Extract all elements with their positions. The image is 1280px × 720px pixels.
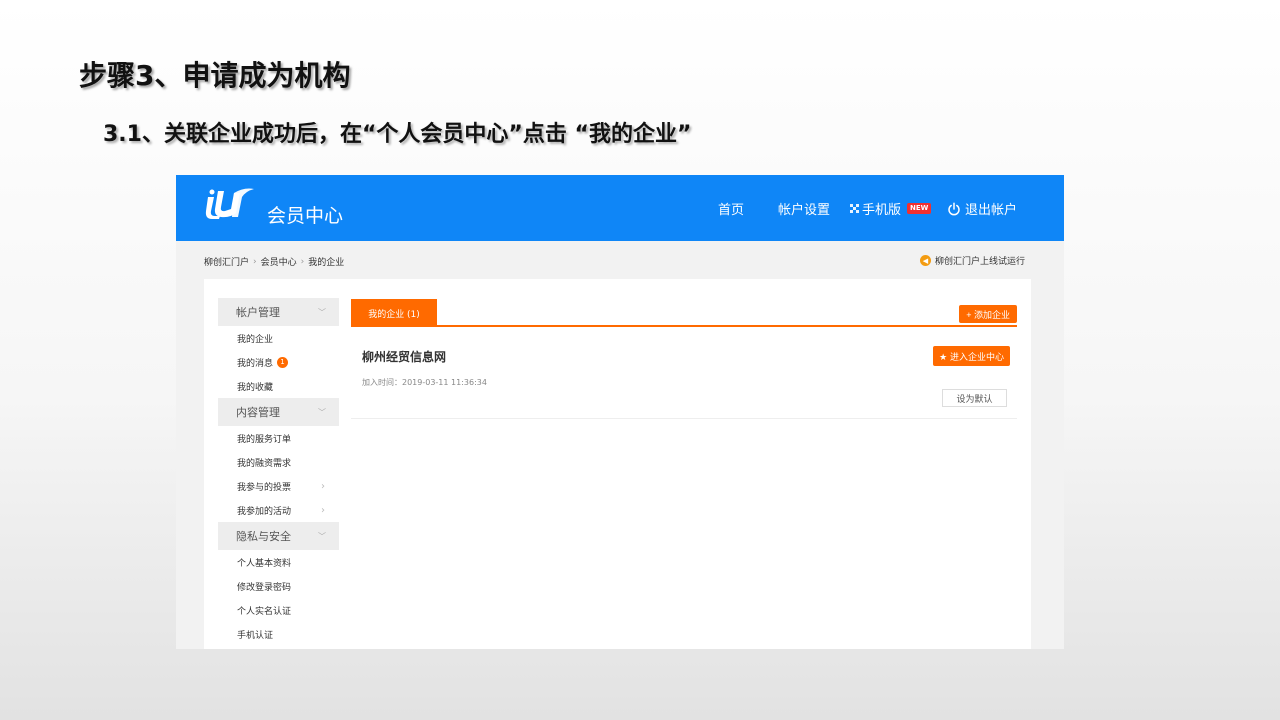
- sidebar-group-label: 帐户管理: [236, 306, 280, 319]
- sidebar-item-label: 修改登录密码: [237, 582, 292, 593]
- power-icon: [948, 201, 960, 215]
- breadcrumb-my-company: 我的企业: [308, 258, 345, 268]
- nav-account-settings-link[interactable]: 帐户设置: [778, 199, 830, 218]
- main-panel: 帐户管理 ﹀ 我的企业 我的消息 1 我的收藏 内容管理 ﹀ 我的服务订单 我的…: [204, 279, 1031, 649]
- chevron-right-icon: ›: [321, 480, 325, 492]
- slide-title: 步骤3、申请成为机构: [79, 59, 351, 92]
- sidebar-item-label: 个人基本资料: [237, 558, 292, 569]
- sidebar-item-my-events[interactable]: 我参加的活动 ›: [218, 498, 339, 522]
- new-badge: NEW: [907, 203, 932, 214]
- sidebar-item-change-password[interactable]: 修改登录密码: [218, 574, 339, 598]
- chevron-right-icon: ›: [321, 504, 325, 516]
- breadcrumb-member-center[interactable]: 会员中心: [261, 255, 297, 268]
- sidebar-item-label: 我参加的活动: [237, 506, 292, 517]
- add-company-button[interactable]: + 添加企业: [959, 305, 1017, 323]
- nav-mobile-label: 手机版: [862, 203, 902, 218]
- breadcrumb-bar: 柳创汇门户 › 会员中心 › 我的企业 ◀ 柳创汇门户上线试运行: [176, 241, 1064, 279]
- chevron-down-icon: ﹀: [318, 307, 326, 317]
- speaker-icon: ◀: [920, 255, 931, 266]
- sidebar-item-label: 我参与的投票: [237, 482, 292, 493]
- sidebar: 帐户管理 ﹀ 我的企业 我的消息 1 我的收藏 内容管理 ﹀ 我的服务订单 我的…: [218, 298, 339, 646]
- chevron-down-icon: ﹀: [318, 531, 326, 541]
- sidebar-item-my-favorites[interactable]: 我的收藏: [218, 374, 339, 398]
- join-time: 加入时间：2019-03-11 11:36:34: [362, 378, 487, 387]
- sidebar-item-my-messages[interactable]: 我的消息 1: [218, 350, 339, 374]
- sidebar-group-account[interactable]: 帐户管理 ﹀: [218, 298, 339, 326]
- sidebar-group-privacy[interactable]: 隐私与安全 ﹀: [218, 522, 339, 550]
- member-center-screenshot: 会员中心 首页 帐户设置 手机版 NEW 退出帐户 柳创汇门户 › 会员中心 ›…: [176, 175, 1064, 649]
- slide-subtitle: 3.1、关联企业成功后，在“个人会员中心”点击 “我的企业”: [103, 122, 692, 147]
- enter-company-center-button[interactable]: ★ 进入企业中心: [933, 346, 1010, 366]
- sidebar-item-my-company[interactable]: 我的企业: [218, 326, 339, 350]
- sidebar-item-service-orders[interactable]: 我的服务订单: [218, 426, 339, 450]
- app-name: 会员中心: [267, 205, 344, 227]
- set-default-button[interactable]: 设为默认: [942, 389, 1007, 407]
- sidebar-item-financing-needs[interactable]: 我的融资需求: [218, 450, 339, 474]
- content-area: 我的企业 (1) + 添加企业 柳州经贸信息网 加入时间：2019-03-11 …: [351, 299, 1017, 419]
- brand-logo-icon[interactable]: [204, 187, 256, 221]
- breadcrumb-separator: ›: [300, 256, 305, 267]
- tab-my-company[interactable]: 我的企业 (1): [351, 299, 437, 327]
- sidebar-group-label: 隐私与安全: [236, 530, 291, 543]
- sidebar-group-label: 内容管理: [236, 406, 280, 419]
- tab-bar: 我的企业 (1) + 添加企业: [351, 299, 1017, 327]
- breadcrumb-separator: ›: [253, 256, 257, 267]
- sidebar-item-label: 我的融资需求: [237, 458, 292, 469]
- qr-code-icon: [850, 204, 859, 213]
- sidebar-item-basic-profile[interactable]: 个人基本资料: [218, 550, 339, 574]
- sidebar-group-content[interactable]: 内容管理 ﹀: [218, 398, 339, 426]
- chevron-down-icon: ﹀: [318, 407, 326, 417]
- site-notice[interactable]: ◀ 柳创汇门户上线试运行: [920, 254, 1025, 267]
- nav-mobile-link[interactable]: 手机版 NEW: [850, 199, 932, 218]
- sidebar-item-real-name-auth[interactable]: 个人实名认证: [218, 598, 339, 622]
- sidebar-item-phone-auth[interactable]: 手机认证: [218, 622, 339, 646]
- company-card: 柳州经贸信息网 加入时间：2019-03-11 11:36:34 ★ 进入企业中…: [351, 327, 1017, 419]
- sidebar-item-label: 个人实名认证: [237, 606, 292, 617]
- nav-logout-label: 退出帐户: [965, 203, 1018, 218]
- sidebar-item-label: 我的消息: [237, 358, 274, 369]
- sidebar-item-label: 我的收藏: [237, 382, 274, 393]
- breadcrumb-portal[interactable]: 柳创汇门户: [204, 255, 249, 268]
- nav-logout-link[interactable]: 退出帐户: [947, 199, 1017, 218]
- notice-text: 柳创汇门户上线试运行: [935, 257, 1026, 267]
- top-navigation-bar: 会员中心 首页 帐户设置 手机版 NEW 退出帐户: [176, 175, 1064, 241]
- sidebar-item-label: 我的企业: [237, 334, 274, 345]
- company-name: 柳州经贸信息网: [362, 350, 447, 364]
- nav-home-link[interactable]: 首页: [718, 199, 744, 218]
- sidebar-item-my-votes[interactable]: 我参与的投票 ›: [218, 474, 339, 498]
- sidebar-item-label: 手机认证: [237, 630, 274, 641]
- sidebar-item-label: 我的服务订单: [237, 434, 292, 445]
- message-count-badge: 1: [277, 356, 289, 368]
- breadcrumb: 柳创汇门户 › 会员中心 › 我的企业: [204, 255, 345, 269]
